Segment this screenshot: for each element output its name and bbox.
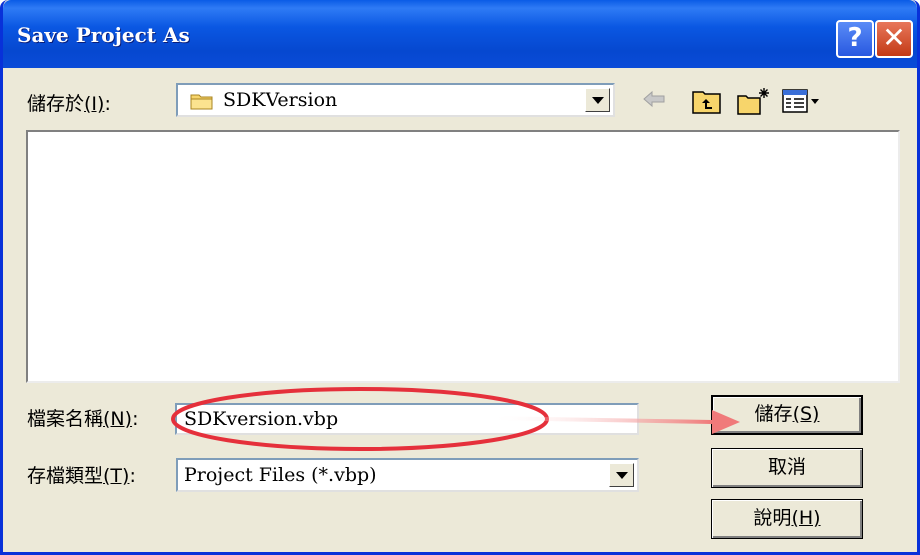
look-in-value: SDKVersion: [223, 89, 338, 111]
look-in-mnemonic: (I): [84, 93, 105, 115]
file-type-label: 存檔類型(T):: [27, 461, 136, 488]
cancel-button[interactable]: 取消: [711, 448, 863, 488]
dialog-title: Save Project As: [17, 23, 190, 47]
look-in-label-text: 儲存於: [27, 93, 85, 115]
dialog-body: 儲存於(I): SDKVersion 檔案名稱(N): SDKversion.v…: [3, 68, 917, 552]
back-icon[interactable]: [641, 86, 667, 112]
look-in-dropdown-button[interactable]: [585, 88, 610, 112]
new-folder-icon[interactable]: [736, 86, 772, 116]
look-in-colon: :: [104, 93, 111, 115]
views-menu-icon[interactable]: [781, 86, 821, 116]
file-name-mnemonic: (N): [103, 408, 133, 430]
file-name-label: 檔案名稱(N):: [27, 404, 138, 431]
help-button-mnemonic: (H): [791, 507, 821, 529]
file-name-value: SDKversion.vbp: [184, 408, 339, 430]
file-type-value: Project Files (*.vbp): [184, 464, 377, 486]
look-in-label: 儲存於(I):: [27, 89, 111, 116]
file-type-dropdown-button[interactable]: [609, 463, 634, 487]
cancel-button-label: 取消: [767, 456, 806, 478]
file-type-combobox[interactable]: Project Files (*.vbp): [176, 458, 639, 492]
help-button-label: 說明: [753, 507, 792, 529]
file-type-colon: :: [129, 465, 136, 487]
look-in-combobox[interactable]: SDKVersion: [176, 83, 615, 117]
save-button-label: 儲存: [754, 403, 793, 425]
title-help-button[interactable]: ?: [836, 20, 874, 58]
file-name-input[interactable]: SDKversion.vbp: [175, 403, 639, 435]
file-type-mnemonic: (T): [103, 465, 130, 487]
folder-icon: [190, 94, 213, 110]
save-button[interactable]: 儲存(S): [711, 395, 863, 435]
title-bar[interactable]: Save Project As ? ✕: [3, 0, 917, 68]
up-folder-icon[interactable]: [691, 86, 723, 116]
file-name-label-text: 檔案名稱: [27, 408, 104, 430]
close-button[interactable]: ✕: [875, 20, 913, 58]
save-project-dialog: Save Project As ? ✕ 儲存於(I): SDKVersion 檔…: [0, 0, 920, 555]
file-type-label-text: 存檔類型: [27, 465, 104, 487]
help-button[interactable]: 說明(H): [711, 499, 863, 539]
save-button-mnemonic: (S): [792, 403, 820, 425]
file-name-colon: :: [132, 408, 139, 430]
file-list-pane[interactable]: [26, 130, 900, 383]
